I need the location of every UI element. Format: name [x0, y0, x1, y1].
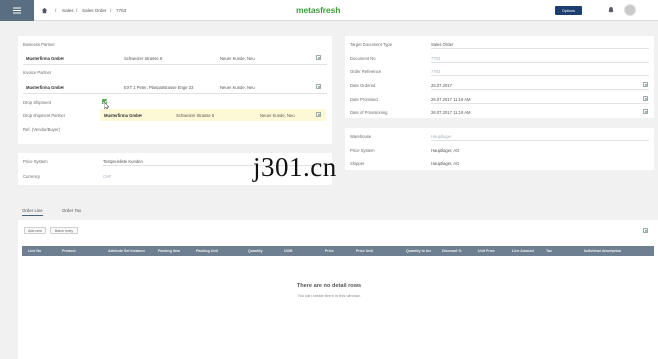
divider	[23, 93, 327, 94]
col-unit-price[interactable]: Unit Price	[478, 249, 495, 253]
calendar-icon[interactable]	[643, 96, 648, 101]
list-icon[interactable]	[316, 112, 321, 117]
ds-contact[interactable]: Neuer Kunde, Neu	[260, 113, 295, 118]
list-icon[interactable]	[316, 55, 321, 60]
target-doc-type-value[interactable]: Sales Order	[431, 42, 453, 47]
empty-state-subtitle: You can create them in this window.	[297, 293, 361, 298]
breadcrumb-sales[interactable]: Sales	[62, 8, 74, 13]
col-quantity-to-inv[interactable]: Quantity to Inv	[406, 249, 431, 253]
divider	[23, 64, 327, 65]
drop-shipment-label: Drop Shipment	[23, 100, 51, 105]
divider	[431, 48, 649, 49]
top-bar: / Sales / Sales Order / 7763 metasfresh …	[0, 0, 658, 21]
business-partner-label: Business Partner	[23, 42, 55, 47]
document-panel: Target Document Type Sales Order Documen…	[345, 36, 654, 118]
menu-button[interactable]	[0, 0, 34, 21]
ip-contact[interactable]: Neuer Kunde, Neu	[220, 85, 255, 90]
order-reference-label: Order Reference	[350, 69, 382, 74]
watermark: j301.cn	[253, 152, 337, 182]
options-button[interactable]: Options	[555, 6, 582, 15]
tab-order-tax[interactable]: Order Tax	[62, 208, 81, 213]
bell-icon[interactable]	[608, 6, 614, 14]
drop-shipment-partner-label: Drop shipment Partner	[23, 113, 66, 118]
invoice-partner-label: Invoice Partner	[23, 70, 52, 75]
divider	[431, 103, 649, 104]
price-system-right-value[interactable]: Hauptlager, AG	[431, 148, 459, 153]
date-ordered-value[interactable]: 26.07.2017	[431, 83, 452, 88]
date-promised-label: Date Promised	[350, 97, 378, 102]
list-icon[interactable]	[316, 84, 321, 89]
warehouse-value[interactable]: Hauptlager	[431, 134, 452, 139]
document-no-label: Document No	[350, 56, 376, 61]
breadcrumb-separator: /	[110, 8, 112, 13]
col-uom[interactable]: UOM	[284, 249, 292, 253]
divider	[431, 89, 649, 90]
price-system-label: Price System	[23, 159, 48, 164]
divider	[431, 62, 649, 63]
shipper-value[interactable]: Hauptlager, AG	[431, 161, 459, 166]
bp-contact[interactable]: Neuer Kunde, Neu	[220, 56, 255, 61]
col-product[interactable]: Product	[62, 249, 76, 253]
price-system-value[interactable]: Testpreisliste Kunden	[103, 159, 143, 164]
avatar[interactable]	[624, 4, 636, 16]
col-tax[interactable]: Tax	[546, 249, 552, 253]
currency-value[interactable]: CHF	[103, 174, 112, 179]
divider	[431, 140, 649, 141]
ip-location[interactable]: EXT 1 Peter, Planpatstrasse Enge 33	[124, 85, 193, 90]
partner-panel: Business Partner Musterfirma GmbH Schwei…	[18, 36, 332, 144]
add-new-button[interactable]: Add new	[24, 227, 46, 234]
date-provisioning-value[interactable]: 26.07.2017 11:19 AM	[431, 110, 471, 115]
warehouse-label: Warehouse	[350, 134, 372, 139]
warehouse-panel: Warehouse Hauptlager Price System Hauptl…	[345, 128, 654, 170]
ds-name[interactable]: Musterfirma GmbH	[104, 113, 142, 118]
currency-label: Currency	[23, 174, 40, 179]
ref-label: Ref. (Vendor/Buyer)	[23, 127, 61, 132]
date-provisioning-label: Date of Provisioning	[350, 110, 388, 115]
document-no-value: 7763	[431, 56, 441, 61]
col-individual-description[interactable]: Individual description	[584, 249, 621, 253]
breadcrumb-document[interactable]: 7763	[116, 8, 126, 13]
batch-entry-button[interactable]: Batch entry	[50, 227, 78, 234]
home-icon[interactable]	[41, 7, 48, 14]
bp-location[interactable]: Schweizer Strasse 5	[124, 56, 162, 61]
table-header: Line No Product Attribute Set Instance P…	[22, 246, 654, 256]
col-price-unit[interactable]: Price Unit	[356, 249, 373, 253]
divider	[431, 75, 649, 76]
price-system-right-label: Price System	[350, 148, 375, 153]
col-quantity[interactable]: Quantity	[248, 249, 263, 253]
col-price[interactable]: Price	[325, 249, 334, 253]
calendar-icon[interactable]	[643, 82, 648, 87]
breadcrumb-sales-order[interactable]: Sales Order	[82, 8, 107, 13]
breadcrumb-separator: /	[76, 8, 78, 13]
col-packing-unit[interactable]: Packing Unit	[196, 249, 218, 253]
col-line-no[interactable]: Line No	[28, 249, 41, 253]
target-doc-type-label: Target Document Type	[350, 42, 393, 47]
date-ordered-label: Date Ordered	[350, 83, 376, 88]
hamburger-icon	[13, 10, 21, 11]
order-reference-value[interactable]: 7763	[431, 69, 440, 74]
col-attribute-set[interactable]: Attribute Set Instance	[108, 249, 145, 253]
brand-logo: metasfresh	[296, 5, 341, 15]
col-discount[interactable]: Discount %	[442, 249, 462, 253]
bp-name[interactable]: Musterfirma GmbH	[26, 56, 64, 61]
order-lines-panel	[18, 220, 658, 359]
ds-location[interactable]: Schweizer Strasse 5	[176, 113, 214, 118]
shipper-label: Shipper	[350, 161, 365, 166]
breadcrumb-separator: /	[55, 8, 57, 13]
ip-name[interactable]: Musterfirma GmbH	[26, 85, 64, 90]
table-menu-icon[interactable]	[643, 228, 648, 233]
col-line-amount[interactable]: Line Amount	[512, 249, 534, 253]
tab-order-line[interactable]: Order Line	[22, 208, 43, 216]
calendar-icon[interactable]	[643, 109, 648, 114]
date-promised-value[interactable]: 26.07.2017 11:19 AM	[431, 97, 471, 102]
col-packing-item[interactable]: Packing Item	[158, 249, 180, 253]
empty-state-title: There are no detail rows	[296, 283, 362, 289]
